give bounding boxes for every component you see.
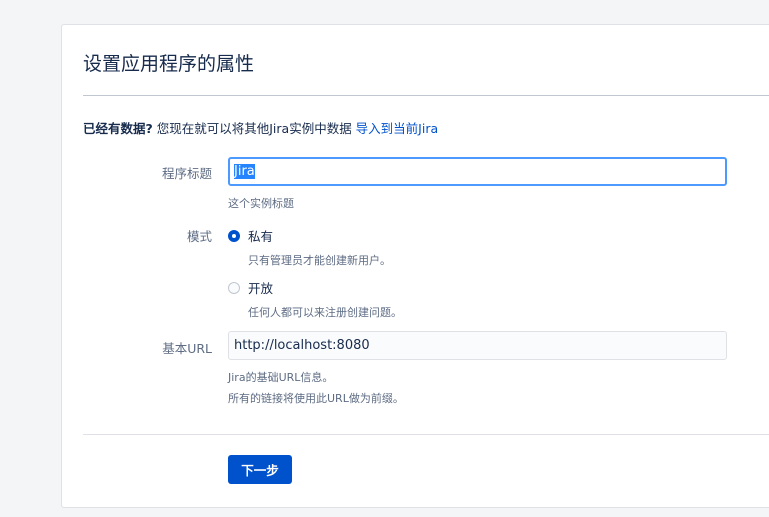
- app-title-description: 这个实例标题: [228, 197, 294, 210]
- base-url-description-2: 所有的链接将使用此URL做为前缀。: [228, 392, 404, 405]
- notice-text: 您现在就可以将其他Jira实例中数据: [152, 121, 356, 136]
- import-notice: 已经有数据? 您现在就可以将其他Jira实例中数据 导入到当前Jira: [83, 118, 438, 137]
- base-url-input[interactable]: [228, 331, 727, 360]
- import-link[interactable]: 导入到当前Jira: [356, 121, 438, 136]
- radio-open[interactable]: [228, 281, 240, 294]
- mode-open-option[interactable]: 开放: [228, 278, 273, 297]
- mode-private-label: 私有: [248, 229, 274, 244]
- app-title-value: Jira: [234, 164, 255, 179]
- base-url-label: 基本URL: [162, 341, 212, 356]
- mode-open-description: 任何人都可以来注册创建问题。: [248, 306, 402, 319]
- next-button[interactable]: 下一步: [228, 455, 292, 484]
- mode-label: 模式: [186, 229, 212, 244]
- base-url-description-1: Jira的基础URL信息。: [228, 371, 334, 384]
- mode-private-description: 只有管理员才能创建新用户。: [248, 254, 391, 267]
- radio-private[interactable]: [228, 229, 240, 242]
- mode-private-option[interactable]: 私有: [228, 226, 273, 245]
- setup-card: 设置应用程序的属性 已经有数据? 您现在就可以将其他Jira实例中数据 导入到当…: [61, 24, 769, 508]
- actions-divider: [83, 434, 769, 435]
- title-divider: [83, 95, 769, 96]
- app-title-label: 程序标题: [161, 166, 212, 181]
- app-title-input[interactable]: Jira: [228, 157, 727, 186]
- notice-bold: 已经有数据?: [83, 121, 153, 136]
- mode-open-label: 开放: [248, 281, 274, 296]
- page-title: 设置应用程序的属性: [83, 53, 255, 75]
